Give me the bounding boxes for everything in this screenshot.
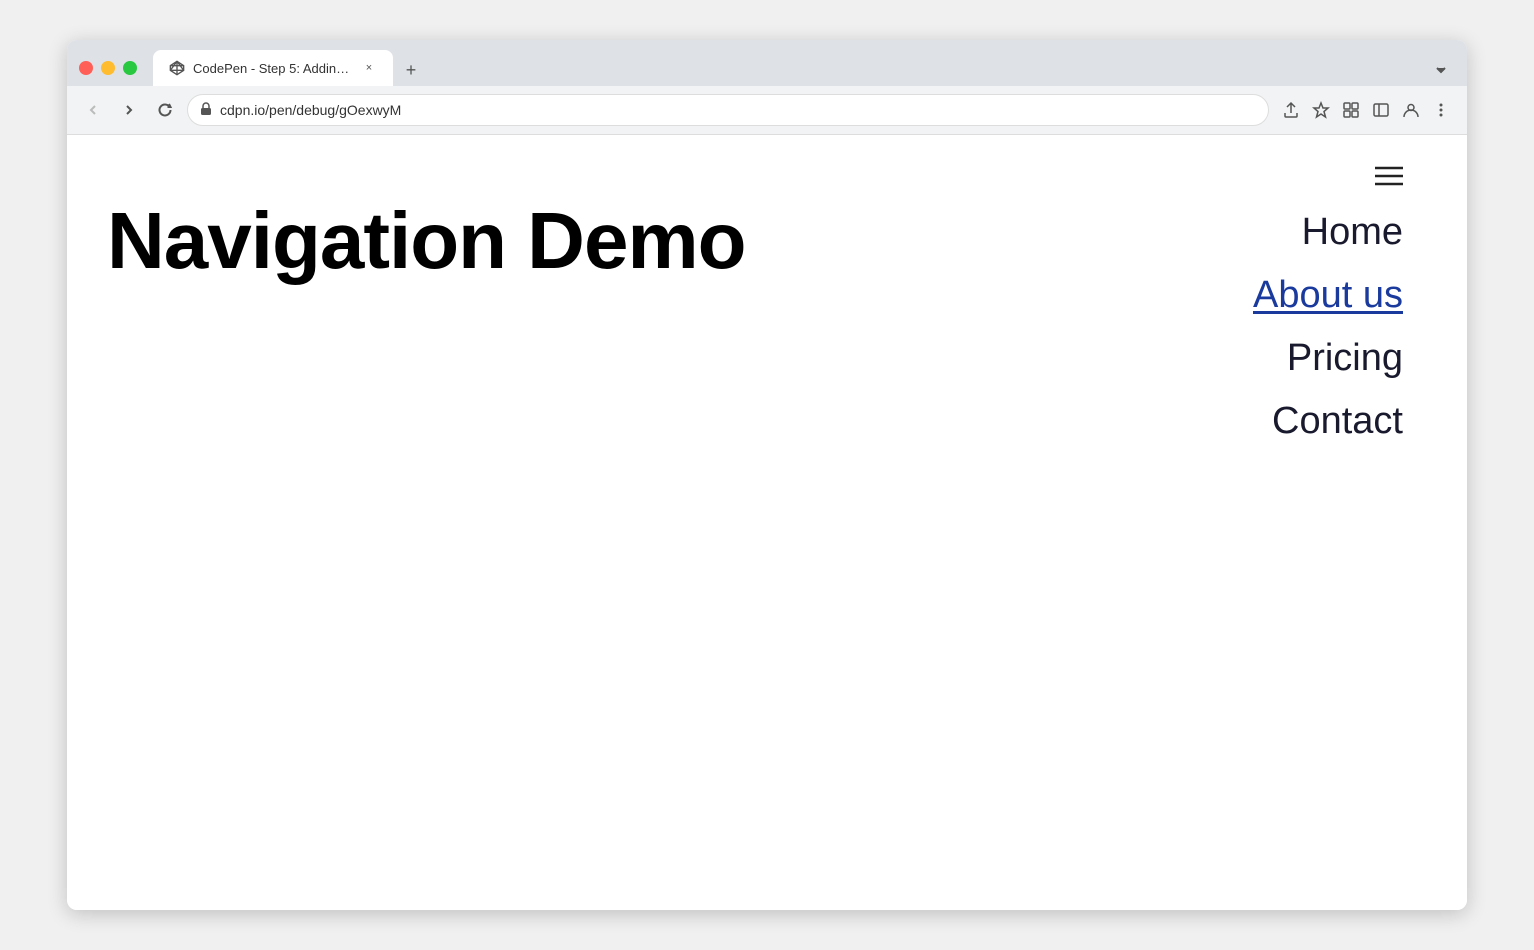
sidebar-button[interactable] xyxy=(1367,96,1395,124)
back-button[interactable] xyxy=(79,96,107,124)
new-tab-button[interactable]: + xyxy=(397,56,425,84)
tab-dropdown-button[interactable] xyxy=(1427,56,1455,84)
nav-list: Home About us Pricing Contact xyxy=(1249,203,1407,451)
chrome-toolbar: cdpn.io/pen/debug/gOexwyM xyxy=(67,86,1467,135)
account-button[interactable] xyxy=(1397,96,1425,124)
nav-link-about[interactable]: About us xyxy=(1253,274,1403,316)
url-text: cdpn.io/pen/debug/gOexwyM xyxy=(220,102,1256,118)
nav-item-about[interactable]: About us xyxy=(1249,266,1407,325)
reload-button[interactable] xyxy=(151,96,179,124)
browser-window: CodePen - Step 5: Adding a bu × + xyxy=(67,40,1467,910)
nav-item-pricing[interactable]: Pricing xyxy=(1283,329,1407,388)
codepen-favicon-icon xyxy=(169,60,185,76)
minimize-window-button[interactable] xyxy=(101,61,115,75)
lock-icon xyxy=(200,102,212,119)
address-bar[interactable]: cdpn.io/pen/debug/gOexwyM xyxy=(187,94,1269,126)
extensions-button[interactable] xyxy=(1337,96,1365,124)
nav-menu: Home About us Pricing Contact xyxy=(1249,165,1407,451)
tab-title: CodePen - Step 5: Adding a bu xyxy=(193,61,353,76)
nav-link-pricing[interactable]: Pricing xyxy=(1287,337,1403,379)
maximize-window-button[interactable] xyxy=(123,61,137,75)
close-tab-button[interactable]: × xyxy=(361,60,377,76)
hamburger-icon[interactable] xyxy=(1375,165,1403,193)
forward-button[interactable] xyxy=(115,96,143,124)
bookmark-button[interactable] xyxy=(1307,96,1335,124)
window-controls xyxy=(79,61,137,75)
share-button[interactable] xyxy=(1277,96,1305,124)
active-tab[interactable]: CodePen - Step 5: Adding a bu × xyxy=(153,50,393,86)
tab-bar: CodePen - Step 5: Adding a bu × + xyxy=(153,50,1455,86)
toolbar-actions xyxy=(1277,96,1455,124)
close-window-button[interactable] xyxy=(79,61,93,75)
nav-link-contact[interactable]: Contact xyxy=(1272,400,1403,442)
nav-item-contact[interactable]: Contact xyxy=(1268,392,1407,451)
page-heading: Navigation Demo xyxy=(107,195,745,287)
page-content: Navigation Demo Home About us Pricing xyxy=(67,135,1467,910)
chrome-titlebar: CodePen - Step 5: Adding a bu × + xyxy=(67,40,1467,86)
nav-item-home[interactable]: Home xyxy=(1298,203,1407,262)
more-options-button[interactable] xyxy=(1427,96,1455,124)
nav-link-home[interactable]: Home xyxy=(1302,211,1403,253)
